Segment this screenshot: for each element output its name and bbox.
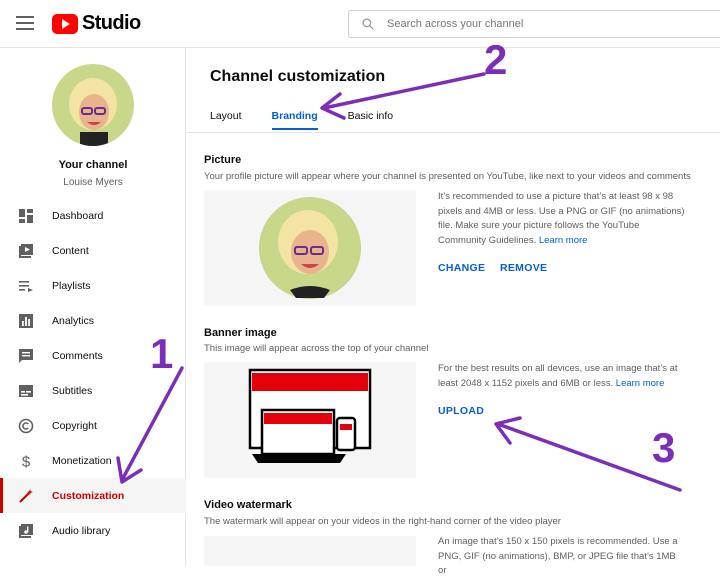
customization-icon — [19, 489, 33, 503]
watermark-info: An image that’s 150 x 150 pixels is reco… — [438, 536, 678, 576]
sidebar-item-label: Dashboard — [52, 209, 104, 222]
audio-library-icon — [19, 524, 33, 538]
sidebar-item-label: Analytics — [52, 314, 95, 327]
watermark-section-title: Video watermark — [204, 499, 292, 511]
banner-preview — [204, 362, 416, 478]
sidebar-item-label: Playlists — [52, 279, 91, 292]
main-content: Channel customization Layout Branding Ba… — [187, 48, 720, 576]
search-placeholder: Search across your channel — [387, 18, 524, 30]
tab-layout[interactable]: Layout — [210, 104, 242, 130]
sidebar-item-label: Subtitles — [52, 384, 93, 397]
sidebar-item-label: Copyright — [52, 419, 97, 432]
tab-basic-info[interactable]: Basic info — [348, 104, 394, 130]
annotation-number-2: 2 — [484, 36, 508, 83]
banner-info: For the best results on all devices, use… — [438, 362, 686, 391]
banner-section-desc: This image will appear across the top of… — [204, 343, 429, 354]
tab-divider — [187, 132, 720, 133]
channel-name: Louise Myers — [63, 177, 123, 188]
search-icon — [349, 17, 387, 31]
sidebar-item-copyright[interactable]: Copyright — [0, 408, 186, 443]
profile-picture-image — [259, 197, 361, 299]
sidebar-item-label: Monetization — [52, 454, 112, 467]
sidebar-item-customization[interactable]: Customization — [0, 478, 186, 513]
svg-text:$: $ — [22, 454, 31, 470]
sidebar-item-audio-library[interactable]: Audio library — [0, 513, 186, 548]
remove-picture-button[interactable]: REMOVE — [500, 262, 547, 274]
monetization-icon: $ — [22, 454, 31, 470]
watermark-preview — [204, 536, 416, 566]
banner-devices-illustration — [248, 368, 372, 463]
tab-bar: Layout Branding Basic info — [210, 104, 423, 130]
content-icon — [19, 244, 33, 258]
your-channel-label: Your channel — [58, 159, 128, 171]
picture-section-desc: Your profile picture will appear where y… — [204, 171, 691, 182]
picture-learn-more-link[interactable]: Learn more — [539, 235, 588, 246]
top-bar: Studio Search across your channel — [0, 0, 720, 48]
banner-learn-more-link[interactable]: Learn more — [616, 378, 665, 389]
copyright-icon — [18, 418, 34, 434]
studio-logo[interactable]: Studio — [52, 12, 141, 35]
change-picture-button[interactable]: CHANGE — [438, 262, 485, 274]
logo-text: Studio — [82, 12, 141, 34]
channel-avatar[interactable] — [52, 64, 134, 146]
menu-icon[interactable] — [16, 16, 34, 30]
tab-branding[interactable]: Branding — [271, 104, 318, 130]
analytics-icon — [19, 314, 33, 328]
sidebar-item-subtitles[interactable]: Subtitles — [0, 373, 186, 408]
search-input[interactable]: Search across your channel — [348, 10, 720, 38]
youtube-logo-icon — [52, 13, 78, 34]
page-title: Channel customization — [210, 68, 386, 85]
sidebar-item-label: Audio library — [52, 524, 111, 537]
sidebar-item-label: Content — [52, 244, 89, 257]
sidebar-item-label: Comments — [52, 349, 103, 362]
sidebar-item-content[interactable]: Content — [0, 233, 186, 268]
picture-preview — [204, 190, 416, 306]
sidebar-item-label: Customization — [52, 489, 125, 502]
annotation-number-3: 3 — [652, 424, 676, 471]
annotation-number-1: 1 — [150, 330, 174, 377]
picture-section-title: Picture — [204, 154, 242, 166]
sidebar-item-monetization[interactable]: $ Monetization — [0, 443, 186, 478]
sidebar-item-playlists[interactable]: Playlists — [0, 268, 186, 303]
upload-banner-button[interactable]: UPLOAD — [438, 405, 484, 417]
playlists-icon — [19, 281, 33, 292]
sidebar-item-dashboard[interactable]: Dashboard — [0, 198, 186, 233]
comments-icon — [19, 349, 33, 363]
banner-section-title: Banner image — [204, 327, 277, 339]
sidebar: Your channel Louise Myers Dashboard Cont… — [0, 48, 186, 566]
picture-info: It’s recommended to use a picture that’s… — [438, 190, 686, 248]
subtitles-icon — [19, 385, 33, 397]
dashboard-icon — [19, 209, 33, 223]
watermark-section-desc: The watermark will appear on your videos… — [204, 516, 561, 527]
